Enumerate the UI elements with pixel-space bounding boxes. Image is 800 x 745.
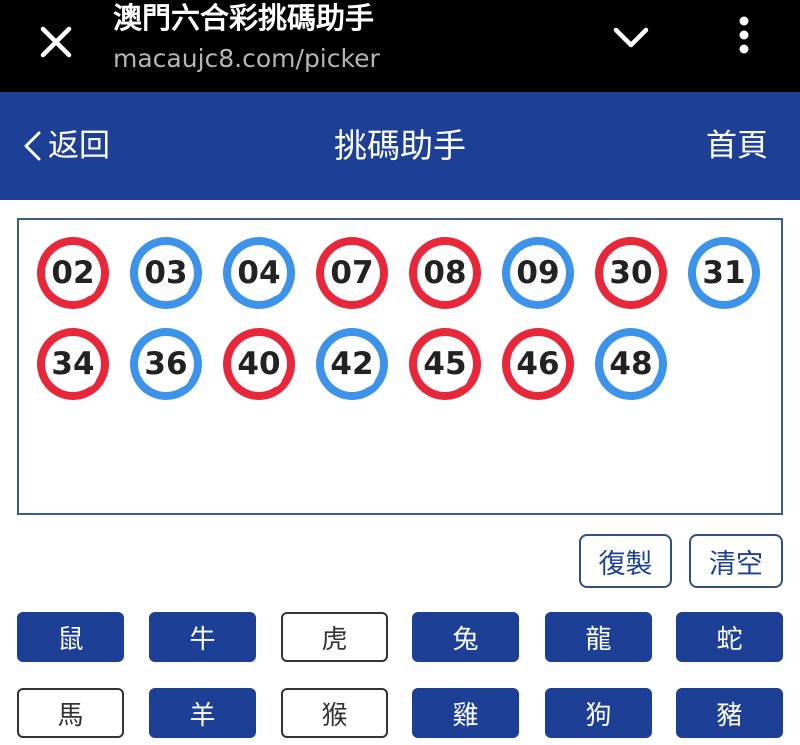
zodiac-button[interactable]: 龍	[545, 612, 652, 662]
zodiac-button[interactable]: 牛	[149, 612, 256, 662]
browser-bar: 澳門六合彩挑碼助手 macaujc8.com/picker	[0, 0, 800, 92]
number-ball-face: 08	[417, 245, 473, 301]
number-ball-face: 45	[417, 336, 473, 392]
close-icon[interactable]	[30, 16, 82, 68]
number-ball[interactable]: 02	[37, 237, 109, 309]
home-button[interactable]: 首頁	[706, 126, 768, 166]
zodiac-button[interactable]: 虎	[281, 612, 388, 662]
zodiac-button[interactable]: 羊	[149, 688, 256, 738]
number-ball[interactable]: 42	[316, 328, 388, 400]
number-ball-face: 48	[603, 336, 659, 392]
number-ball[interactable]: 04	[223, 237, 295, 309]
zodiac-button[interactable]: 狗	[545, 688, 652, 738]
number-ball[interactable]: 09	[502, 237, 574, 309]
chevron-down-icon[interactable]	[606, 18, 656, 58]
number-ball-face: 46	[510, 336, 566, 392]
number-ball-face: 02	[45, 245, 101, 301]
browser-page-title: 澳門六合彩挑碼助手	[113, 1, 375, 35]
number-ball[interactable]: 45	[409, 328, 481, 400]
copy-button[interactable]: 復製	[579, 534, 672, 588]
number-ball[interactable]: 36	[130, 328, 202, 400]
page-title: 挑碼助手	[334, 126, 466, 165]
selected-numbers-panel: 02 03 04 07 08 09 30 31 34 36 40 42 45 46 48	[17, 218, 783, 515]
more-vert-icon[interactable]	[724, 12, 764, 62]
number-ball[interactable]: 31	[688, 237, 760, 309]
number-ball[interactable]: 34	[37, 328, 109, 400]
number-ball-face: 03	[138, 245, 194, 301]
app-header: 返回 挑碼助手 首頁	[0, 92, 800, 200]
number-ball[interactable]: 08	[409, 237, 481, 309]
number-ball-face: 42	[324, 336, 380, 392]
number-ball-face: 31	[696, 245, 752, 301]
number-ball-face: 04	[231, 245, 287, 301]
number-ball[interactable]: 48	[595, 328, 667, 400]
zodiac-button[interactable]: 鼠	[17, 612, 124, 662]
zodiac-button[interactable]: 馬	[17, 688, 124, 738]
number-ball-face: 30	[603, 245, 659, 301]
number-ball[interactable]: 30	[595, 237, 667, 309]
zodiac-button[interactable]: 雞	[412, 688, 519, 738]
zodiac-button[interactable]: 豬	[676, 688, 783, 738]
number-ball[interactable]: 07	[316, 237, 388, 309]
zodiac-button[interactable]: 兔	[412, 612, 519, 662]
number-ball-face: 09	[510, 245, 566, 301]
number-ball[interactable]: 40	[223, 328, 295, 400]
zodiac-button[interactable]: 蛇	[676, 612, 783, 662]
number-ball-face: 36	[138, 336, 194, 392]
number-ball-face: 34	[45, 336, 101, 392]
clear-button[interactable]: 清空	[689, 534, 783, 588]
number-ball-face: 07	[324, 245, 380, 301]
number-ball-face: 40	[231, 336, 287, 392]
number-ball[interactable]: 46	[502, 328, 574, 400]
number-ball[interactable]: 03	[130, 237, 202, 309]
browser-url[interactable]: macaujc8.com/picker	[113, 43, 380, 75]
zodiac-button[interactable]: 猴	[281, 688, 388, 738]
